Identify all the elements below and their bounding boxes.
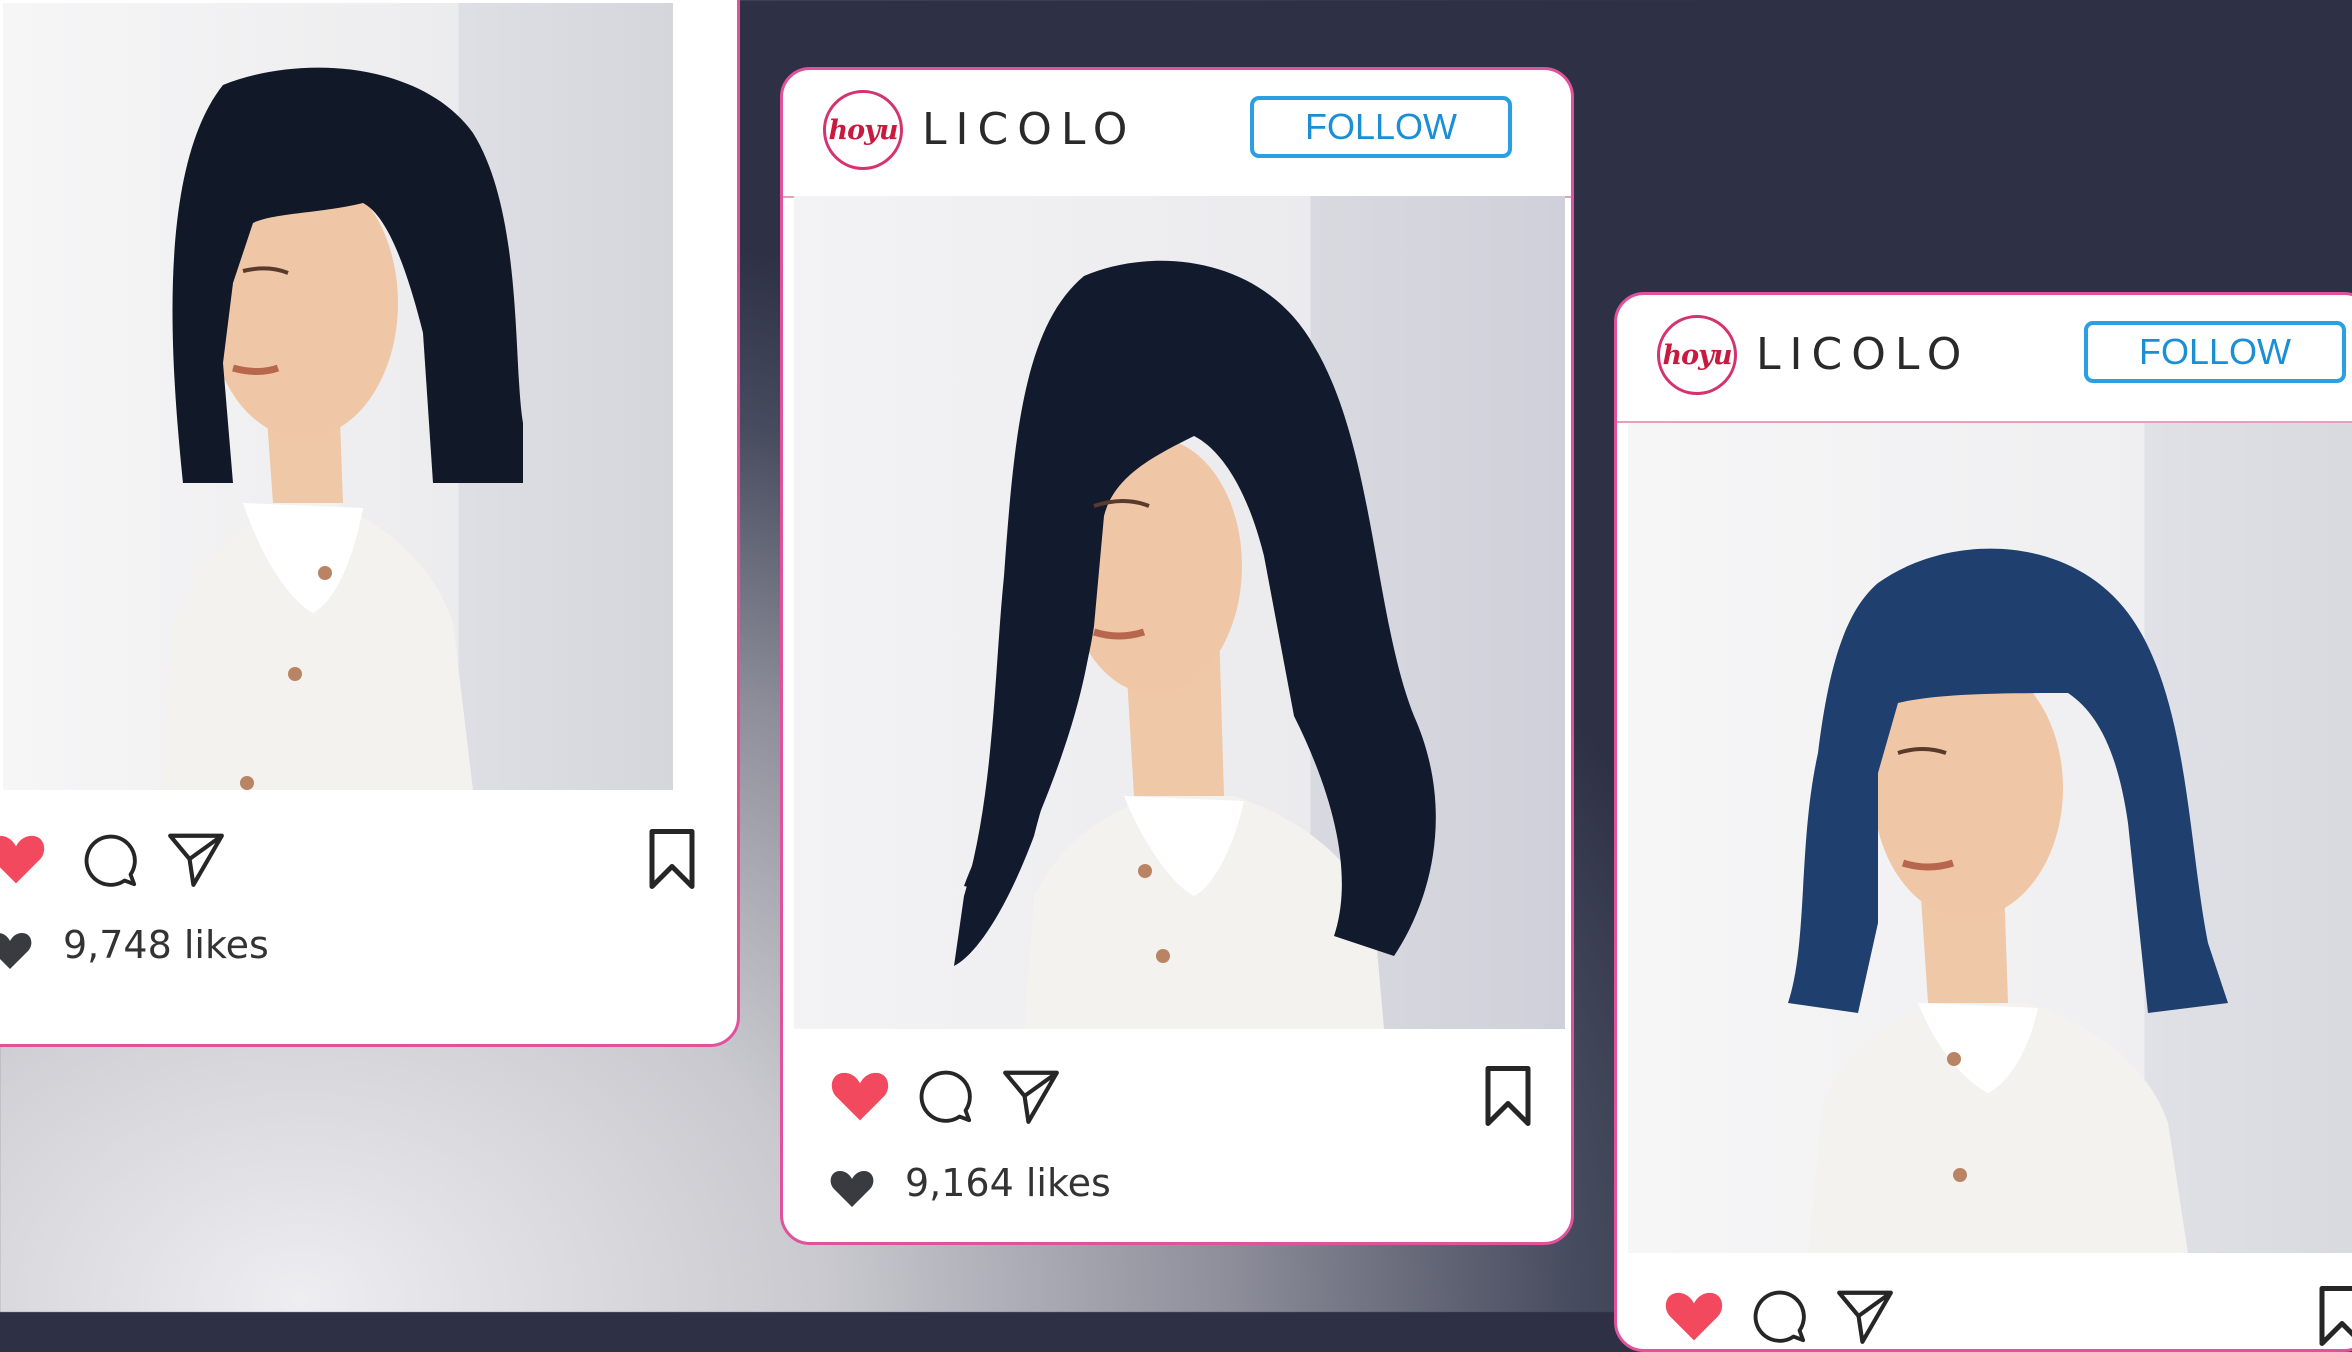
share-button-1[interactable] xyxy=(165,828,227,890)
heart-icon xyxy=(0,835,45,884)
comment-button-2[interactable] xyxy=(916,1067,974,1125)
bookmark-icon xyxy=(1485,1066,1531,1126)
likes-heart-icon xyxy=(0,933,32,969)
post-header-3: hoyu LICOLO FOLLOW xyxy=(1617,295,2352,423)
heart-icon xyxy=(831,1072,889,1121)
bookmark-button-1[interactable] xyxy=(647,829,697,889)
comment-icon xyxy=(84,834,137,887)
post-image-2[interactable] xyxy=(794,196,1565,1029)
comment-icon xyxy=(919,1070,972,1123)
brand-name-3[interactable]: LICOLO xyxy=(1756,329,1970,380)
bookmark-button-2[interactable] xyxy=(1483,1066,1533,1126)
comment-button-3[interactable] xyxy=(1750,1287,1808,1345)
share-icon xyxy=(168,833,224,887)
likes-row-1: 9,748 likes xyxy=(0,923,385,971)
comment-icon xyxy=(1753,1290,1806,1343)
brand-logo-2[interactable]: hoyu xyxy=(823,90,903,170)
post-header-2: hoyu LICOLO FOLLOW xyxy=(783,70,1571,198)
like-button-2[interactable] xyxy=(827,1065,893,1123)
bookmark-button-3[interactable] xyxy=(2317,1286,2352,1346)
heart-icon xyxy=(1665,1292,1723,1341)
likes-row-2: 9,164 likes xyxy=(827,1161,1227,1209)
follow-button-3[interactable]: FOLLOW xyxy=(2084,321,2346,383)
like-button-1[interactable] xyxy=(0,828,49,886)
brand-name-2[interactable]: LICOLO xyxy=(922,104,1136,155)
like-button-3[interactable] xyxy=(1661,1285,1727,1343)
brand-logo-3[interactable]: hoyu xyxy=(1657,315,1737,395)
post-card-2: hoyu LICOLO FOLLOW 9,164 likes xyxy=(780,67,1574,1245)
share-icon xyxy=(1837,1290,1893,1344)
likes-count-1: 9,748 likes xyxy=(63,923,269,967)
share-icon xyxy=(1003,1070,1059,1124)
comment-button-1[interactable] xyxy=(81,831,139,889)
post-card-1: 9,748 likes xyxy=(0,0,740,1047)
bookmark-icon xyxy=(649,829,695,889)
likes-count-2: 9,164 likes xyxy=(905,1161,1111,1205)
share-button-3[interactable] xyxy=(1834,1285,1896,1347)
post-image-1[interactable] xyxy=(3,3,673,790)
post-image-3[interactable] xyxy=(1628,423,2352,1253)
follow-button-2[interactable]: FOLLOW xyxy=(1250,96,1512,158)
post-card-3: hoyu LICOLO FOLLOW xyxy=(1614,292,2352,1352)
share-button-2[interactable] xyxy=(1000,1065,1062,1127)
likes-heart-icon xyxy=(830,1171,874,1207)
bookmark-icon xyxy=(2319,1286,2352,1346)
